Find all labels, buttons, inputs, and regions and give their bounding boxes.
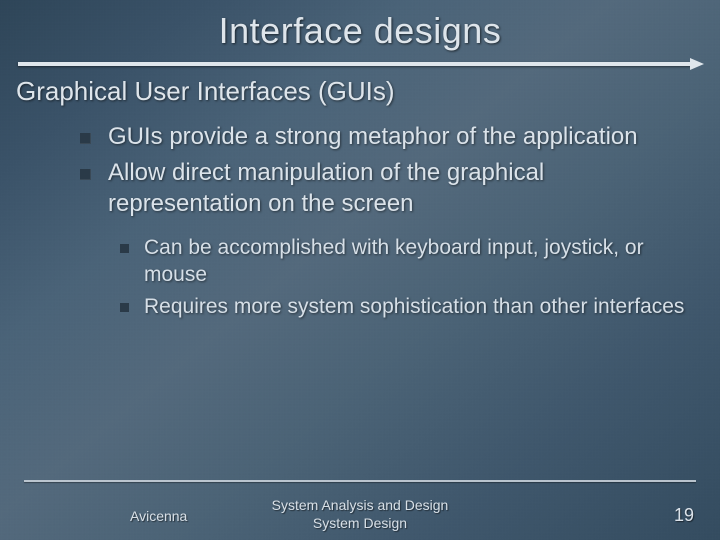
footer-course: System Analysis and Design System Design xyxy=(0,497,720,532)
bullet-text: Allow direct manipulation of the graphic… xyxy=(108,159,544,218)
list-item: GUIs provide a strong metaphor of the ap… xyxy=(80,121,690,153)
bullet-text: GUIs provide a strong metaphor of the ap… xyxy=(108,123,638,150)
list-item: Can be accomplished with keyboard input,… xyxy=(120,234,690,289)
slide: Interface designs Graphical User Interfa… xyxy=(0,0,720,540)
list-item: Requires more system sophistication than… xyxy=(120,293,690,320)
bullet-text: Can be accomplished with keyboard input,… xyxy=(144,236,644,286)
list-item: Allow direct manipulation of the graphic… xyxy=(80,157,690,220)
bullet-text: Requires more system sophistication than… xyxy=(144,295,684,318)
footer: Avicenna System Analysis and Design Syst… xyxy=(0,484,720,540)
bullet-list-level2: Can be accomplished with keyboard input,… xyxy=(120,234,690,320)
slide-number: 19 xyxy=(674,505,694,526)
footer-divider xyxy=(24,480,696,482)
footer-line1: System Analysis and Design xyxy=(0,497,720,515)
footer-line2: System Design xyxy=(0,515,720,533)
slide-title: Interface designs xyxy=(0,0,720,52)
arrow-shaft xyxy=(18,62,692,66)
arrow-head-icon xyxy=(690,58,704,70)
bullet-list-level1: GUIs provide a strong metaphor of the ap… xyxy=(80,121,690,220)
slide-subtitle: Graphical User Interfaces (GUIs) xyxy=(16,76,704,107)
title-underline-arrow xyxy=(18,60,702,68)
